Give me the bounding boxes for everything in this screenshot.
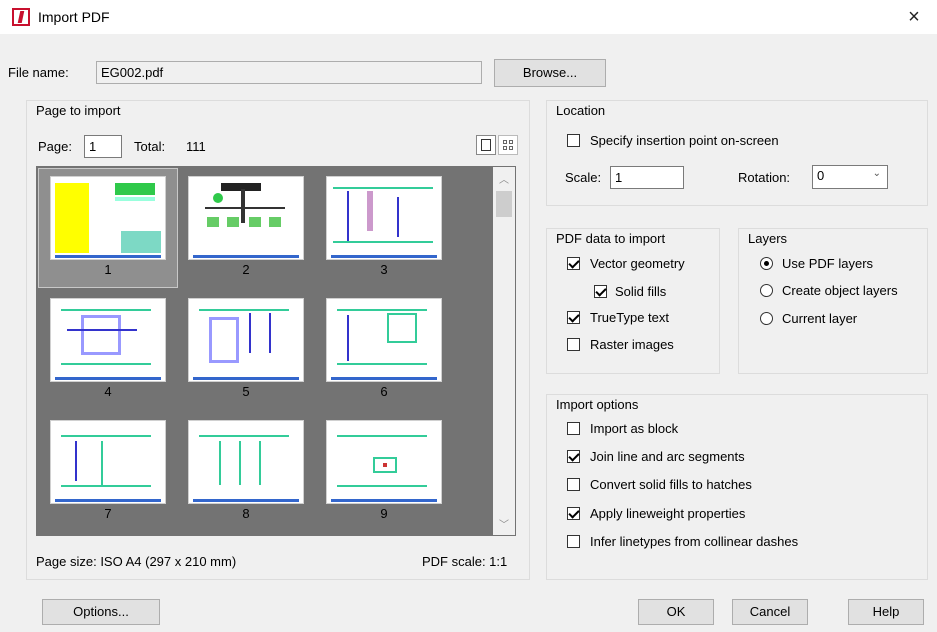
raster-images-label: Raster images bbox=[590, 337, 674, 352]
layers-title: Layers bbox=[746, 231, 790, 246]
app-logo-icon bbox=[12, 8, 30, 26]
close-icon[interactable]: × bbox=[897, 2, 931, 32]
infer-linetypes-checkbox[interactable] bbox=[567, 535, 580, 548]
raster-images-checkbox[interactable] bbox=[567, 338, 580, 351]
file-name-label: File name: bbox=[8, 65, 69, 80]
thumbnail-label: 4 bbox=[104, 384, 112, 399]
import-options-title: Import options bbox=[554, 397, 641, 412]
page-thumbnail[interactable] bbox=[50, 420, 166, 504]
page-thumbnail[interactable] bbox=[188, 298, 304, 382]
page-number-input[interactable] bbox=[84, 135, 122, 158]
solid-fills-checkbox[interactable] bbox=[594, 285, 607, 298]
truetype-text-label: TrueType text bbox=[590, 310, 669, 325]
page-thumbnail[interactable] bbox=[188, 176, 304, 260]
location-title: Location bbox=[554, 103, 608, 118]
rotation-label: Rotation: bbox=[738, 170, 791, 185]
help-button[interactable]: Help bbox=[848, 599, 924, 625]
thumbnail-label: 3 bbox=[380, 262, 388, 277]
scroll-thumb[interactable] bbox=[496, 191, 512, 217]
page-size-text: Page size: ISO A4 (297 x 210 mm) bbox=[36, 554, 237, 569]
solid-fills-label: Solid fills bbox=[615, 284, 667, 299]
truetype-text-checkbox[interactable] bbox=[567, 311, 580, 324]
page-thumbnail[interactable] bbox=[326, 176, 442, 260]
browse-button[interactable]: Browse... bbox=[494, 59, 606, 87]
thumbnail-grid[interactable]: 1 2 3 4 5 6 7 8 9 bbox=[36, 166, 516, 536]
scale-label: Scale: bbox=[565, 170, 602, 185]
use-pdf-layers-label: Use PDF layers bbox=[782, 256, 874, 271]
thumbnail-label: 2 bbox=[242, 262, 250, 277]
window-title: Import PDF bbox=[38, 9, 110, 25]
single-view-icon[interactable] bbox=[476, 135, 496, 155]
ok-button[interactable]: OK bbox=[638, 599, 714, 625]
convert-fills-checkbox[interactable] bbox=[567, 478, 580, 491]
join-segments-checkbox[interactable] bbox=[567, 450, 580, 463]
import-as-block-label: Import as block bbox=[590, 421, 679, 436]
convert-fills-label: Convert solid fills to hatches bbox=[590, 477, 752, 492]
thumbnail-label: 6 bbox=[380, 384, 388, 399]
create-object-layers-radio[interactable] bbox=[760, 284, 773, 297]
infer-linetypes-label: Infer linetypes from collinear dashes bbox=[590, 534, 799, 549]
page-thumbnail[interactable] bbox=[326, 298, 442, 382]
options-button[interactable]: Options... bbox=[42, 599, 160, 625]
total-label: Total: bbox=[134, 139, 166, 154]
grid-view-icon[interactable] bbox=[498, 135, 518, 155]
scroll-up-icon[interactable]: ︿ bbox=[493, 171, 515, 186]
total-value: 111 bbox=[186, 139, 206, 154]
current-layer-radio[interactable] bbox=[760, 312, 773, 325]
pdf-data-title: PDF data to import bbox=[554, 231, 668, 246]
page-thumbnail[interactable] bbox=[326, 420, 442, 504]
title-bar: Import PDF × bbox=[0, 0, 937, 34]
file-name-field[interactable] bbox=[96, 61, 482, 84]
use-pdf-layers-radio[interactable] bbox=[760, 257, 773, 270]
create-object-layers-label: Create object layers bbox=[782, 283, 898, 298]
vector-geometry-checkbox[interactable] bbox=[567, 257, 580, 270]
import-as-block-checkbox[interactable] bbox=[567, 422, 580, 435]
apply-lineweight-label: Apply lineweight properties bbox=[590, 506, 746, 521]
pdf-data-group bbox=[546, 228, 720, 374]
rotation-value: 0 bbox=[817, 168, 825, 183]
scroll-down-icon[interactable]: ﹀ bbox=[493, 516, 515, 531]
page-thumbnail[interactable] bbox=[50, 298, 166, 382]
vector-geometry-label: Vector geometry bbox=[590, 256, 685, 271]
thumbnail-label: 7 bbox=[104, 506, 112, 521]
apply-lineweight-checkbox[interactable] bbox=[567, 507, 580, 520]
page-to-import-title: Page to import bbox=[34, 103, 123, 118]
specify-point-checkbox[interactable] bbox=[567, 134, 580, 147]
page-thumbnail[interactable] bbox=[50, 176, 166, 260]
current-layer-label: Current layer bbox=[782, 311, 858, 326]
thumbnail-label: 8 bbox=[242, 506, 250, 521]
join-segments-label: Join line and arc segments bbox=[590, 449, 745, 464]
scale-input[interactable] bbox=[610, 166, 684, 189]
chevron-down-icon: ⌄ bbox=[872, 168, 881, 179]
cancel-button[interactable]: Cancel bbox=[732, 599, 808, 625]
thumbnail-label: 1 bbox=[104, 262, 112, 277]
thumbnail-label: 5 bbox=[242, 384, 250, 399]
page-label: Page: bbox=[38, 139, 72, 154]
thumbnail-label: 9 bbox=[380, 506, 388, 521]
pdf-scale-text: PDF scale: 1:1 bbox=[422, 554, 508, 569]
layers-group bbox=[738, 228, 928, 374]
thumbnail-scrollbar[interactable]: ︿ ﹀ bbox=[493, 167, 515, 535]
rotation-select[interactable]: 0 ⌄ bbox=[812, 165, 888, 189]
specify-point-label: Specify insertion point on-screen bbox=[590, 133, 779, 148]
page-thumbnail[interactable] bbox=[188, 420, 304, 504]
